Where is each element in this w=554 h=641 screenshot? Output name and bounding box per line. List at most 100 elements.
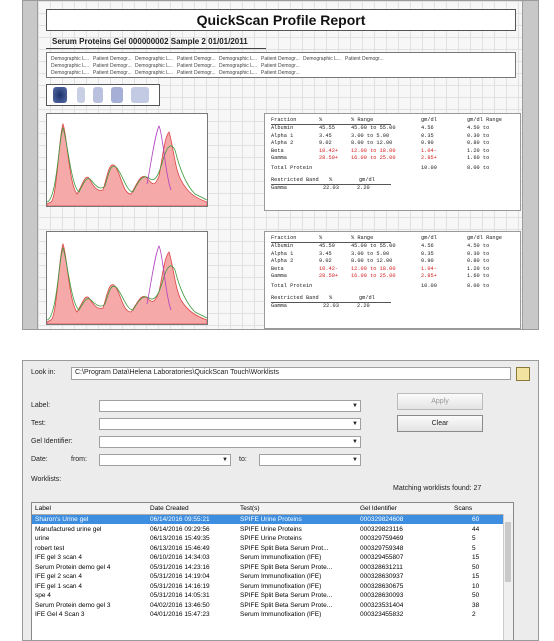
table-row: Alpha 1 3.45 3.00 to 5.00 0.35 0.30 to xyxy=(271,251,489,258)
table-cell: Alpha 1 xyxy=(271,132,294,139)
fraction-table-1: Fraction% % Range gm/dl gm/dl Range Albumin 4… xyxy=(264,113,521,211)
worklists-label: Worklists: xyxy=(31,476,62,483)
look-in-path-field[interactable]: C:\Program Data\Helena Laboratories\Quic… xyxy=(71,367,511,380)
chevron-down-icon: ▼ xyxy=(352,403,358,409)
table-cell-scans: 2 xyxy=(472,611,476,618)
table-cell-test: SPIFE Split Beta Serum Prote... xyxy=(240,592,333,599)
browse-folder-icon[interactable] xyxy=(516,367,530,381)
column-header-label[interactable]: Label xyxy=(35,504,51,513)
worklist-scrollbar[interactable] xyxy=(503,514,513,640)
table-cell: 8.00 to xyxy=(467,165,490,172)
column-header-gel-id[interactable]: Gel Identifier xyxy=(360,504,397,513)
table-row[interactable]: Sharon's Urine gel 06/14/2016 09:55:21 SPI… xyxy=(32,515,513,524)
table-row[interactable]: IFE gel 2 scan 4 05/31/2016 14:19:04 Serum… xyxy=(32,572,513,581)
date-from-label: from: xyxy=(71,456,87,463)
gel-identifier-input[interactable]: ▼ xyxy=(99,436,361,448)
table-cell: 1.60 to xyxy=(467,154,490,161)
table-cell: 45.50 xyxy=(319,243,335,250)
date-to-picker[interactable]: ▼ xyxy=(259,454,361,466)
table-cell: Albumin xyxy=(271,243,294,250)
table-cell: Fraction xyxy=(271,235,297,241)
densitometry-chart-2 xyxy=(46,231,208,325)
table-cell: 16.00 to 25.00 xyxy=(351,272,396,279)
table-cell: 9.02 xyxy=(319,258,332,265)
table-cell: 8.00 to 12.00 xyxy=(351,140,393,147)
table-cell: gm/dl xyxy=(421,235,437,241)
gel-identifier-label: Gel Identifier: xyxy=(31,438,73,445)
table-cell: 4.50 to xyxy=(467,125,490,132)
table-cell: 2.20 xyxy=(357,185,370,192)
table-cell-gel: 000329824608 xyxy=(360,516,404,523)
table-cell-label: Serum Protein demo gel 3 xyxy=(35,601,111,609)
table-cell: 3.00 to 5.00 xyxy=(351,132,390,139)
table-cell-test: SPIFE Split Beta Serum Prot... xyxy=(240,544,329,552)
table-cell: Total Protein xyxy=(271,165,313,172)
table-cell: Gamma xyxy=(271,185,287,192)
demographic-field: Demographic L... xyxy=(51,63,90,69)
table-cell-test: SPIFE Urine Proteins xyxy=(240,525,302,533)
column-header-tests[interactable]: Test(s) xyxy=(240,504,260,513)
table-cell-date: 06/13/2016 15:46:49 xyxy=(150,544,210,552)
restricted-band-header: Restricted Band% gm/dl xyxy=(271,295,391,304)
table-cell: Beta xyxy=(271,265,284,272)
table-cell-date: 06/13/2016 15:49:35 xyxy=(150,535,210,542)
table-row: Alpha 2 9.02 8.00 to 12.00 0.90 0.80 to xyxy=(271,140,489,147)
demographic-field: Demographic L... xyxy=(219,70,258,76)
table-cell: Gamma xyxy=(271,154,287,161)
gel-band-albumin xyxy=(53,87,67,103)
table-row[interactable]: IFE Gel 4 Scan 3 04/01/2016 15:47:23 Serum… xyxy=(32,610,513,619)
table-cell-gel: 000328630937 xyxy=(360,573,404,580)
table-cell: % xyxy=(319,235,323,241)
table-cell: % Range xyxy=(351,117,374,123)
table-row[interactable]: IFE gel 1 scan 4 05/31/2016 14:16:19 Serum… xyxy=(32,582,513,591)
table-row[interactable]: urine 06/13/2016 15:49:35 SPIFE Urine Prot… xyxy=(32,534,513,543)
gel-band xyxy=(131,87,149,103)
restricted-band-row: Gamma 22.03 2.20 xyxy=(271,185,391,192)
table-cell: 1.04- xyxy=(421,147,437,154)
table-row[interactable]: Serum Protein demo gel 3 04/02/2016 13:46… xyxy=(32,601,513,610)
table-row: Albumin 45.55 45.00 to 55.00 4.56 4.50 to xyxy=(271,125,489,132)
table-cell-test: SPIFE Split Beta Serum Prote... xyxy=(240,563,333,571)
table-cell: 0.90 xyxy=(421,140,434,147)
test-filter-select[interactable]: ▼ xyxy=(99,418,361,430)
fraction-table-body: Fraction% % Range gm/dl gm/dl Range Albumin 4… xyxy=(271,235,502,311)
table-cell: 1.60 to xyxy=(467,272,490,279)
date-to-label: to: xyxy=(239,456,247,463)
column-header-date[interactable]: Date Created xyxy=(150,504,189,513)
table-row[interactable]: spe 4 05/31/2016 14:05:31 SPIFE Split Beta… xyxy=(32,591,513,600)
chevron-down-icon: ▼ xyxy=(352,439,358,445)
table-cell-label: spe 4 xyxy=(35,592,51,599)
table-cell: 2.85+ xyxy=(421,272,437,279)
table-cell: 12.00 to 18.00 xyxy=(351,147,396,154)
column-header-scans[interactable]: Scans xyxy=(454,504,472,513)
demographic-field: Demographic L... xyxy=(135,56,174,62)
table-cell-date: 04/01/2016 15:47:23 xyxy=(150,611,210,618)
table-cell: 12.00 to 18.00 xyxy=(351,265,396,272)
clear-button[interactable]: Clear xyxy=(397,415,483,432)
table-cell-gel: 000329823116 xyxy=(360,525,403,533)
fraction-table-body: Fraction% % Range gm/dl gm/dl Range Albumin 4… xyxy=(271,117,502,193)
table-cell: 2.85+ xyxy=(421,154,437,161)
table-cell: % xyxy=(329,176,333,183)
table-cell-scans: 50 xyxy=(472,592,480,599)
table-row[interactable]: robert test 06/13/2016 15:46:49 SPIFE Spli… xyxy=(32,544,513,553)
table-row[interactable]: IFE gel 3 scan 4 06/10/2016 14:34:03 Serum… xyxy=(32,553,513,562)
table-cell-date: 05/31/2016 14:19:04 xyxy=(150,573,210,580)
demographic-field: Demographic L... xyxy=(51,70,90,76)
table-cell-gel: 000328630675 xyxy=(360,582,404,590)
fraction-table-2: Fraction% % Range gm/dl gm/dl Range Albumin 4… xyxy=(264,231,521,329)
table-cell: 9.02 xyxy=(319,140,332,147)
table-cell: 0.35 xyxy=(421,132,434,139)
table-cell-gel: 000323455832 xyxy=(360,611,404,618)
table-cell-test: Serum Immunofixation (IFE) xyxy=(240,611,322,618)
apply-button[interactable]: Apply xyxy=(397,393,483,410)
table-cell: Alpha 2 xyxy=(271,140,294,147)
table-row[interactable]: Manufactured urine gel 06/14/2016 09:29:5… xyxy=(32,525,513,534)
date-from-picker[interactable]: ▼ xyxy=(99,454,231,466)
demographic-field: Patient Demogr... xyxy=(177,63,216,69)
table-row[interactable]: Serum Protein demo gel 4 05/31/2016 14:23… xyxy=(32,563,513,572)
demographic-field: Patient Demogr... xyxy=(177,70,216,76)
scrollbar-thumb[interactable] xyxy=(505,522,511,582)
subtitle-underline xyxy=(46,48,266,49)
label-filter-input[interactable]: ▼ xyxy=(99,400,361,412)
